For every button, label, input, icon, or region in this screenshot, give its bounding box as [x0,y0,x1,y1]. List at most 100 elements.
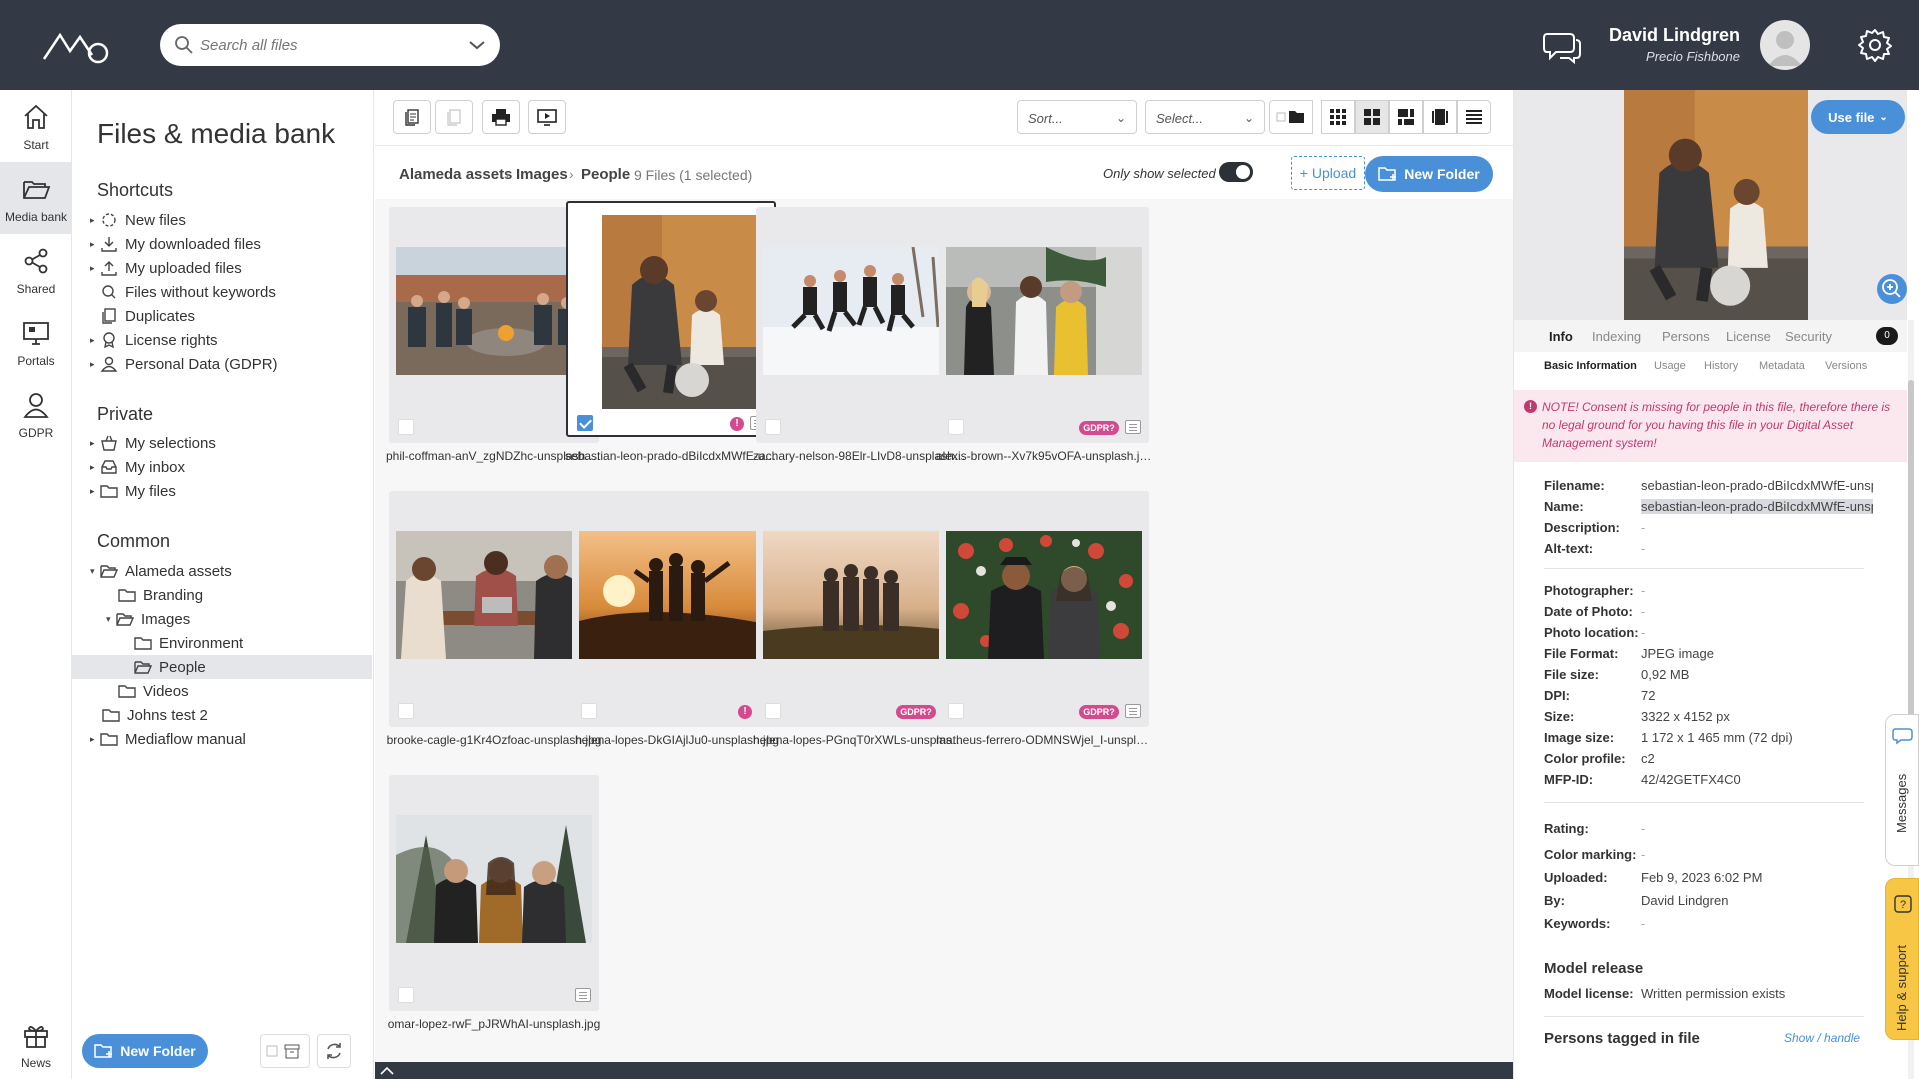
archive-toggle-button[interactable] [260,1034,310,1068]
color-marking-value[interactable]: - [1641,847,1873,862]
gdpr-warning-badge[interactable]: ! [738,705,752,719]
nav-portals[interactable]: Portals [0,306,72,378]
file-name[interactable]: sebastian-leon-prado-dBiIcdxMWfE-uns... [565,449,781,463]
print-button[interactable] [482,100,520,134]
details-icon[interactable] [575,988,591,1002]
tree-item-duplicates[interactable]: Duplicates [100,304,195,328]
select-checkbox[interactable] [581,703,597,719]
new-folder-button-sidebar[interactable]: New Folder [82,1034,208,1068]
expand-arrow-icon[interactable]: ▸ [90,335,100,346]
gdpr-badge[interactable]: GDPR? [1079,421,1119,435]
refresh-button[interactable] [317,1034,351,1068]
file-thumbnail[interactable] [763,247,959,375]
details-icon[interactable] [1125,420,1141,434]
gdpr-warning-badge[interactable]: ! [730,417,744,431]
file-card[interactable] [756,207,966,443]
tree-item-uploaded[interactable]: ▸ My uploaded files [90,256,242,280]
mediaflow-logo[interactable] [40,25,112,65]
select-checkbox[interactable] [398,419,414,435]
zoom-in-button[interactable] [1877,274,1907,304]
expand-arrow-icon[interactable]: ▸ [90,359,100,370]
collapse-arrow-icon[interactable]: ▾ [90,566,100,577]
user-name[interactable]: David Lindgren [1560,25,1740,46]
select-checkbox[interactable] [765,419,781,435]
nav-news[interactable]: News [0,1010,72,1079]
expand-arrow-icon[interactable]: ▸ [90,462,100,473]
file-name[interactable]: alexis-brown--Xv7k95vOFA-unsplash.jpg [936,449,1152,463]
file-thumbnail[interactable] [396,815,592,943]
subtab-metadata[interactable]: Metadata [1759,360,1805,372]
file-card[interactable]: GDPR? [756,491,966,727]
comments-badge[interactable]: 0 [1876,327,1898,345]
file-thumbnail[interactable] [946,531,1142,659]
file-thumbnail[interactable] [602,215,758,409]
breadcrumb-images[interactable]: Images [516,166,568,183]
file-thumbnail[interactable] [396,531,592,659]
tree-item-gdpr[interactable]: ▸ Personal Data (GDPR) [90,352,278,376]
search-box[interactable] [160,24,500,66]
file-card[interactable]: ! [572,491,782,727]
expand-arrow-icon[interactable]: ▸ [90,486,100,497]
view-grid-medium[interactable] [1355,100,1389,134]
select-checkbox[interactable] [948,703,964,719]
subtab-basic-information[interactable]: Basic Information [1544,360,1637,372]
tree-item-images[interactable]: ▾ Images [106,607,190,631]
file-thumbnail[interactable] [579,531,775,659]
folder-view-toggle[interactable] [1269,100,1313,134]
select-checkbox[interactable] [398,987,414,1003]
tree-item-new-files[interactable]: ▸ New files [90,208,186,232]
subtab-history[interactable]: History [1704,360,1738,372]
tree-item-videos[interactable]: Videos [118,679,189,703]
slideshow-button[interactable] [528,100,566,134]
breadcrumb-people[interactable]: People [581,166,630,183]
view-large[interactable] [1423,100,1457,134]
search-input[interactable] [200,34,450,56]
tree-item-johns-test[interactable]: Johns test 2 [102,703,208,727]
expand-arrow-icon[interactable]: ▸ [90,438,100,449]
view-grid-mixed[interactable] [1389,100,1423,134]
chevron-up-icon[interactable] [379,1065,395,1077]
prop-value[interactable]: - [1641,541,1873,556]
new-folder-button[interactable]: New Folder [1365,156,1493,192]
nav-start[interactable]: Start [0,90,72,162]
file-preview-image[interactable] [1624,90,1808,320]
nav-gdpr[interactable]: GDPR [0,378,72,450]
copy-button[interactable] [393,100,431,134]
view-grid-small[interactable] [1321,100,1355,134]
tab-indexing[interactable]: Indexing [1592,329,1641,344]
paste-button[interactable] [435,100,473,134]
expand-arrow-icon[interactable]: ▸ [90,263,100,274]
subtab-versions[interactable]: Versions [1825,360,1867,372]
tree-item-alameda-assets[interactable]: ▾ Alameda assets [90,559,232,583]
gdpr-badge[interactable]: GDPR? [1079,705,1119,719]
nav-media-bank[interactable]: Media bank [0,162,72,234]
file-card[interactable]: GDPR? [939,491,1149,727]
tree-item-my-inbox[interactable]: ▸ My inbox [90,455,185,479]
bottom-collapse-bar[interactable] [375,1062,1513,1079]
chevron-down-icon[interactable] [468,37,486,53]
file-thumbnail[interactable] [763,531,959,659]
avatar[interactable] [1760,20,1810,70]
tab-license[interactable]: License [1726,329,1771,344]
select-checkbox[interactable] [765,703,781,719]
prop-value[interactable]: - [1641,604,1873,619]
tree-item-license-rights[interactable]: ▸ License rights [90,328,218,352]
collapse-arrow-icon[interactable]: ▾ [106,614,116,625]
prop-value[interactable]: David Lindgren [1641,893,1873,908]
tree-item-without-keywords[interactable]: Files without keywords [100,280,276,304]
gear-icon[interactable] [1858,28,1892,62]
gdpr-badge[interactable]: GDPR? [896,705,936,719]
prop-value-editable[interactable]: sebastian-leon-prado-dBiIcdxMWfE-unsplas… [1641,499,1873,514]
show-handle-link[interactable]: Show / handle [1784,1031,1860,1045]
prop-value[interactable]: - [1641,583,1873,598]
expand-arrow-icon[interactable]: ▸ [90,215,100,226]
scrollbar-thumb[interactable] [1908,380,1914,720]
help-support-side-tab[interactable]: ? Help & support [1885,878,1919,1040]
keywords-value[interactable]: - [1641,916,1873,931]
view-list[interactable] [1457,100,1491,134]
tree-item-environment[interactable]: Environment [134,631,243,655]
messages-side-tab[interactable]: Messages [1885,714,1919,866]
tab-info[interactable]: Info [1549,329,1573,344]
tree-item-people[interactable]: People [72,655,372,679]
file-card[interactable]: GDPR? [939,207,1149,443]
